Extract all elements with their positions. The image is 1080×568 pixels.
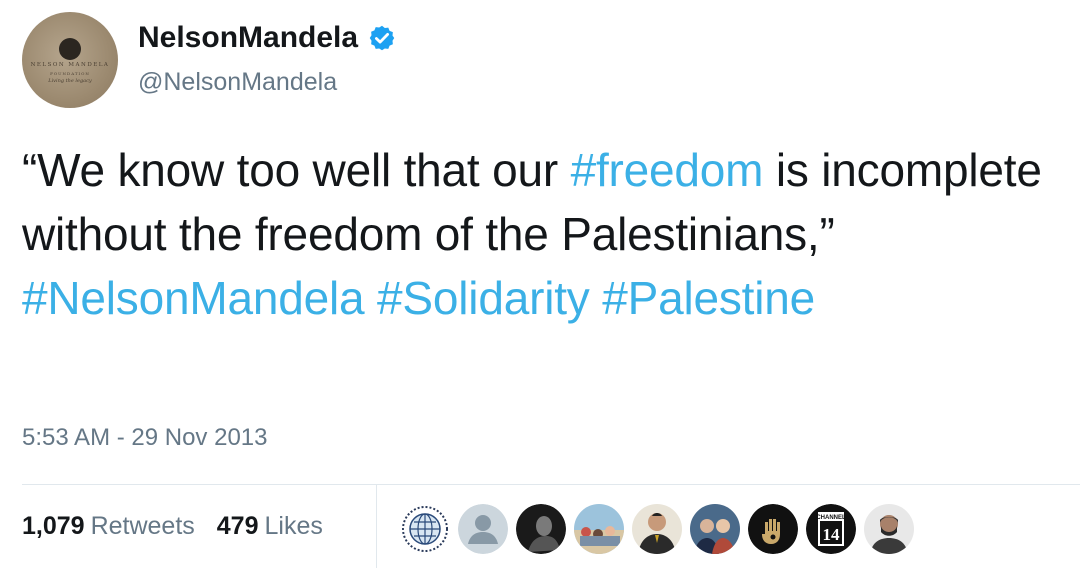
likes-stat[interactable]: 479 Likes [217,512,323,541]
avatar-logo-dot [59,38,81,60]
avatar-logo-tagline: Living the legacy [48,78,92,84]
display-name[interactable]: NelsonMandela [138,21,358,55]
tweet-text-segment: “We know too well that our [22,144,571,196]
retweets-count: 1,079 [22,512,85,540]
hashtag-link[interactable]: #Solidarity [377,272,590,324]
avatar-logo-text: NELSON MANDELA [30,62,110,68]
stats-vertical-divider [376,485,377,568]
likes-label: Likes [264,512,323,540]
tweet-timestamp[interactable]: 5:53 AM - 29 Nov 2013 [22,424,267,452]
channel-14-number: 14 [823,525,841,544]
beach-crowd-avatar-icon[interactable] [574,504,624,554]
liker-avatars: CHANNEL 14 [400,504,914,554]
default-user-avatar-icon[interactable] [458,504,508,554]
group-photo-avatar-icon[interactable] [690,504,740,554]
channel-14-avatar-icon[interactable]: CHANNEL 14 [806,504,856,554]
tweet-text-segment [364,272,377,324]
tweet-text: “We know too well that our #freedom is i… [22,138,1072,330]
engagement-stats: 1,079 Retweets 479 Likes [22,512,323,541]
retweets-label: Retweets [90,512,195,540]
dark-portrait-avatar-icon[interactable] [516,504,566,554]
channel-14-caption: CHANNEL [816,515,846,521]
author-name-row: NelsonMandela [138,18,396,58]
avatar-logo-subtext: FOUNDATION [50,71,90,76]
hashtag-link[interactable]: #freedom [571,144,764,196]
tweet-text-segment [590,272,603,324]
likes-count: 479 [216,512,259,540]
bearded-man-avatar-icon[interactable] [864,504,914,554]
user-handle[interactable]: @NelsonMandela [138,68,337,97]
retweets-stat[interactable]: 1,079 Retweets [22,512,195,541]
globe-seal-avatar-icon[interactable] [400,504,450,554]
verified-badge-icon [368,24,396,52]
hashtag-link[interactable]: #Palestine [602,272,815,324]
man-in-suit-avatar-icon[interactable] [632,504,682,554]
profile-avatar[interactable]: NELSON MANDELA FOUNDATION Living the leg… [22,12,118,108]
stats-divider [22,484,1080,485]
hamsa-hand-avatar-icon[interactable] [748,504,798,554]
hashtag-link[interactable]: #NelsonMandela [22,272,365,324]
